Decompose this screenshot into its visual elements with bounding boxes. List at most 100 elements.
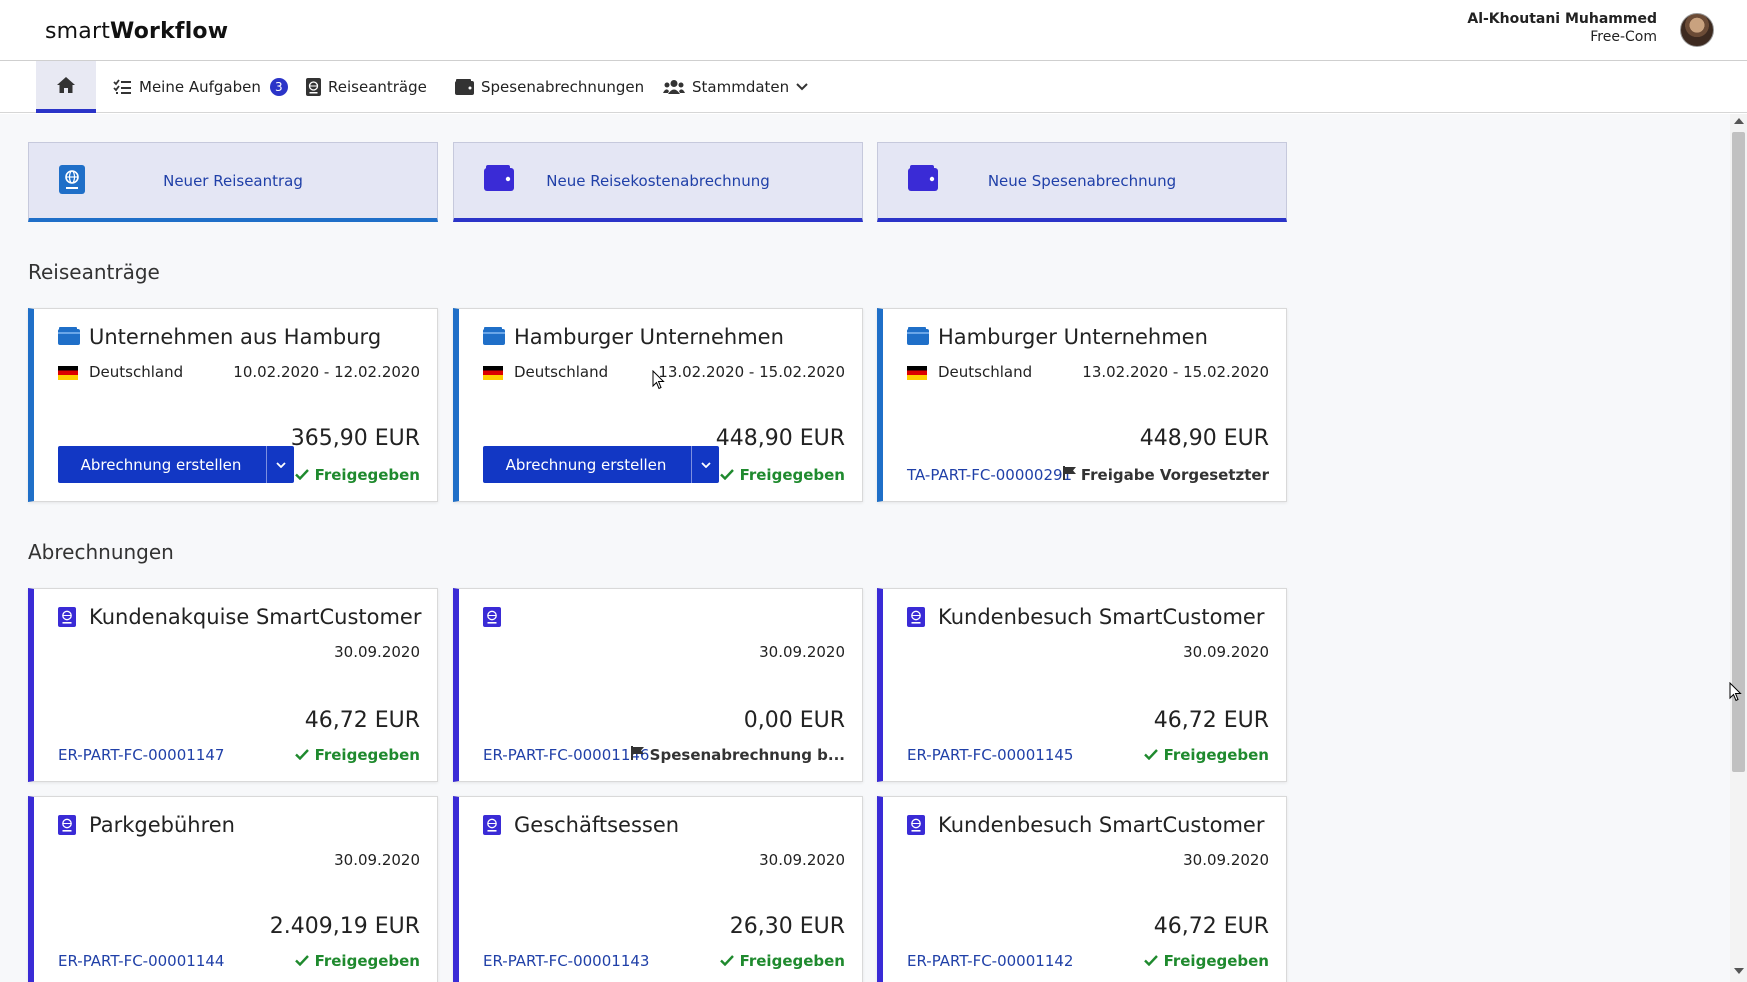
card-date: 30.09.2020 (1183, 643, 1269, 661)
expense-card[interactable]: Kundenbesuch SmartCustomer 30.09.2020 46… (877, 796, 1287, 982)
user-name: Al-Khoutani Muhammed (1467, 11, 1657, 27)
travel-request-card[interactable]: Hamburger Unternehmen Deutschland 13.02.… (453, 308, 863, 502)
card-title: Geschäftsessen (514, 813, 680, 837)
new-travel-expense-button[interactable]: Neue Reisekostenabrechnung (453, 142, 863, 222)
germany-flag-icon (483, 366, 503, 380)
card-title: Hamburger Unternehmen (938, 325, 1208, 349)
status-badge: Freigegeben (295, 746, 420, 764)
scroll-down-arrow-icon[interactable] (1734, 968, 1744, 974)
card-title: Kundenbesuch SmartCustomer (938, 605, 1265, 629)
card-dates: 13.02.2020 - 15.02.2020 (658, 363, 845, 381)
status-text: Freigegeben (739, 952, 845, 970)
travel-request-card[interactable]: Hamburger Unternehmen Deutschland 13.02.… (877, 308, 1287, 502)
card-amount: 46,72 EUR (1153, 914, 1269, 939)
status-badge: Freigegeben (1144, 952, 1269, 970)
status-text: Spesenabrechnung b... (649, 746, 845, 764)
expense-card[interactable]: Kundenakquise SmartCustomer 30.09.2020 4… (28, 588, 438, 782)
card-date: 30.09.2020 (759, 643, 845, 661)
card-reference-link[interactable]: ER-PART-FC-00001145 (907, 746, 1073, 764)
card-amount: 448,90 EUR (715, 426, 845, 451)
scrollbar-thumb[interactable] (1732, 132, 1745, 772)
new-travel-request-button[interactable]: Neuer Reiseantrag (28, 142, 438, 222)
card-reference-link[interactable]: ER-PART-FC-00001147 (58, 746, 224, 764)
card-dates: 10.02.2020 - 12.02.2020 (233, 363, 420, 381)
germany-flag-icon (907, 366, 927, 380)
passport-icon (58, 607, 76, 627)
card-reference-link[interactable]: TA-PART-FC-00000291 (907, 466, 1072, 484)
check-icon (720, 469, 735, 481)
passport-icon (306, 78, 321, 96)
create-settlement-button[interactable]: Abrechnung erstellen (483, 446, 719, 483)
status-badge: Freigabe Vorgesetzter (1062, 466, 1269, 484)
new-expense-report-button[interactable]: Neue Spesenabrechnung (877, 142, 1287, 222)
logo-bold-text: Workflow (110, 19, 229, 44)
card-amount: 365,90 EUR (290, 426, 420, 451)
status-text: Freigegeben (314, 466, 420, 484)
expense-card[interactable]: Geschäftsessen 30.09.2020 26,30 EUR ER-P… (453, 796, 863, 982)
settlement-dropdown-toggle[interactable] (266, 446, 294, 483)
passport-icon (907, 607, 925, 627)
card-reference-link[interactable]: ER-PART-FC-00001144 (58, 952, 224, 970)
mouse-cursor-icon (1729, 682, 1742, 702)
check-icon (295, 955, 310, 967)
status-text: Freigegeben (1163, 746, 1269, 764)
card-reference-link[interactable]: ER-PART-FC-00001146 (483, 746, 649, 764)
nav-meine-aufgaben[interactable]: Meine Aufgaben 3 (113, 61, 288, 113)
card-date: 30.09.2020 (1183, 851, 1269, 869)
tasks-icon (113, 79, 131, 94)
scroll-up-arrow-icon[interactable] (1734, 118, 1744, 124)
status-text: Freigabe Vorgesetzter (1080, 466, 1269, 484)
card-title: Parkgebühren (89, 813, 235, 837)
users-icon (663, 80, 685, 94)
flag-icon (631, 746, 645, 760)
nav-spesenabrechnungen[interactable]: Spesenabrechnungen (455, 61, 644, 113)
status-badge: Freigegeben (295, 466, 420, 484)
check-icon (295, 469, 310, 481)
nav-reiseantraege[interactable]: Reiseanträge (306, 61, 427, 113)
section-title-travel-requests: Reiseanträge (28, 260, 160, 284)
check-icon (295, 749, 310, 761)
card-date: 30.09.2020 (334, 851, 420, 869)
travel-request-card[interactable]: Unternehmen aus Hamburg Deutschland 10.0… (28, 308, 438, 502)
status-text: Freigegeben (739, 466, 845, 484)
wallet-icon (907, 327, 929, 345)
action-label: Neuer Reiseantrag (163, 172, 303, 190)
status-text: Freigegeben (1163, 952, 1269, 970)
card-title: Unternehmen aus Hamburg (89, 325, 382, 349)
create-settlement-button[interactable]: Abrechnung erstellen (58, 446, 294, 483)
flag-icon (1062, 466, 1076, 480)
germany-flag-icon (58, 366, 78, 380)
nav-label: Meine Aufgaben (139, 78, 261, 96)
card-amount: 46,72 EUR (304, 708, 420, 733)
card-amount: 2.409,19 EUR (269, 914, 420, 939)
status-badge: Freigegeben (720, 466, 845, 484)
card-title: Kundenakquise SmartCustomer (89, 605, 422, 629)
card-reference-link[interactable]: ER-PART-FC-00001143 (483, 952, 649, 970)
main-nav: Meine Aufgaben 3 Reiseanträge Spesenabre… (0, 61, 1747, 113)
nav-label: Spesenabrechnungen (481, 78, 645, 96)
nav-label: Reiseanträge (328, 78, 427, 96)
avatar[interactable] (1680, 13, 1714, 47)
section-title-settlements: Abrechnungen (28, 540, 174, 564)
card-dates: 13.02.2020 - 15.02.2020 (1082, 363, 1269, 381)
chevron-down-icon (796, 83, 808, 91)
card-title: Kundenbesuch SmartCustomer (938, 813, 1265, 837)
status-text: Freigegeben (314, 952, 420, 970)
passport-icon (483, 815, 501, 835)
expense-card[interactable]: Parkgebühren 30.09.2020 2.409,19 EUR ER-… (28, 796, 438, 982)
button-label: Abrechnung erstellen (80, 455, 242, 474)
nav-home[interactable] (36, 61, 96, 113)
user-info[interactable]: Al-Khoutani Muhammed Free-Com (1467, 10, 1657, 46)
nav-stammdaten[interactable]: Stammdaten (663, 61, 808, 113)
card-reference-link[interactable]: ER-PART-FC-00001142 (907, 952, 1073, 970)
chevron-down-icon (700, 461, 711, 468)
card-amount: 0,00 EUR (743, 708, 845, 733)
user-company: Free-Com (1590, 29, 1657, 45)
settlement-dropdown-toggle[interactable] (691, 446, 719, 483)
status-badge: Spesenabrechnung b... (631, 746, 845, 764)
wallet-icon (58, 327, 80, 345)
expense-card[interactable]: Kundenbesuch SmartCustomer 30.09.2020 46… (877, 588, 1287, 782)
expense-card[interactable]: 30.09.2020 0,00 EUR ER-PART-FC-00001146 … (453, 588, 863, 782)
card-country: Deutschland (514, 363, 609, 381)
app-logo[interactable]: smartWorkflow (45, 19, 228, 44)
